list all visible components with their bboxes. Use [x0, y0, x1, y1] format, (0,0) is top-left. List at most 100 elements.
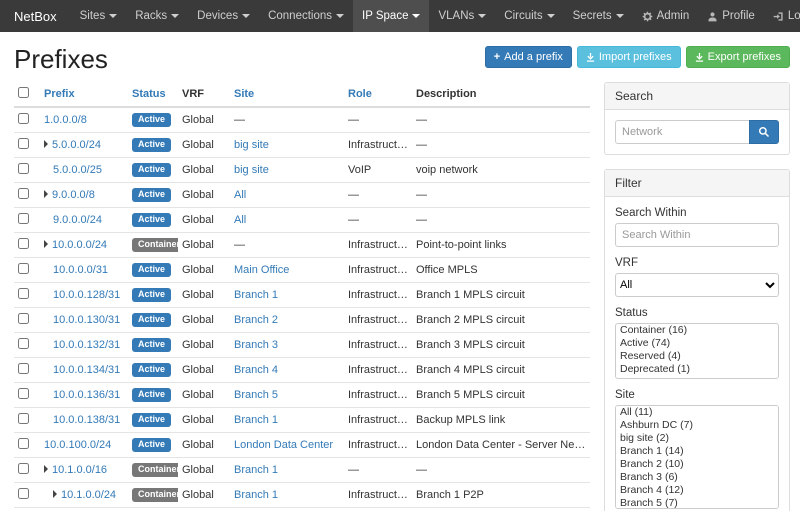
row-checkbox[interactable]	[18, 363, 29, 374]
prefix-link[interactable]: 5.0.0.0/25	[53, 164, 102, 176]
prefix-link[interactable]: 10.0.0.0/24	[52, 239, 107, 251]
prefix-link[interactable]: 10.0.0.138/31	[53, 414, 120, 426]
prefix-cell: 10.1.0.0/24	[40, 483, 128, 508]
table-row: 10.0.100.0/24ActiveGlobalLondon Data Cen…	[14, 433, 590, 458]
nav-item-vlans[interactable]: VLANs	[429, 0, 495, 32]
row-checkbox[interactable]	[18, 263, 29, 274]
search-input[interactable]	[615, 120, 749, 144]
row-checkbox[interactable]	[18, 213, 29, 224]
site-link[interactable]: Branch 5	[234, 389, 278, 401]
site-listbox[interactable]: All (11)Ashburn DC (7)big site (2)Branch…	[615, 405, 779, 509]
prefix-link[interactable]: 10.0.0.0/31	[53, 264, 108, 276]
prefix-link[interactable]: 10.1.0.0/16	[52, 464, 107, 476]
row-checkbox[interactable]	[18, 238, 29, 249]
site-option[interactable]: Branch 5 (7)	[616, 497, 778, 509]
prefix-link[interactable]: 10.0.0.128/31	[53, 289, 120, 301]
status-option[interactable]: Container (16)	[616, 324, 778, 337]
status-label: Status	[615, 307, 779, 319]
site-option[interactable]: big site (2)	[616, 432, 778, 445]
row-checkbox[interactable]	[18, 163, 29, 174]
row-checkbox[interactable]	[18, 188, 29, 199]
add-prefix-button[interactable]: + Add a prefix	[485, 46, 572, 68]
site-link[interactable]: Branch 2	[234, 314, 278, 326]
site-link[interactable]: Branch 4	[234, 364, 278, 376]
site-link[interactable]: Branch 1	[234, 464, 278, 476]
column-header-prefix[interactable]: Prefix	[44, 88, 75, 100]
nav-item-ip-space[interactable]: IP Space	[353, 0, 429, 32]
nav-item-admin[interactable]: Admin	[633, 0, 699, 32]
nav-item-racks[interactable]: Racks	[126, 0, 188, 32]
prefix-link[interactable]: 5.0.0.0/24	[52, 139, 101, 151]
expand-arrow-icon[interactable]	[44, 240, 48, 248]
status-badge: Active	[132, 288, 171, 302]
column-header-status[interactable]: Status	[132, 88, 166, 100]
row-checkbox[interactable]	[18, 438, 29, 449]
site-option[interactable]: Branch 4 (12)	[616, 484, 778, 497]
site-link[interactable]: London Data Center	[234, 439, 333, 451]
status-option[interactable]: Deprecated (1)	[616, 363, 778, 376]
expand-arrow-icon[interactable]	[53, 490, 57, 498]
search-within-input[interactable]	[615, 223, 779, 247]
status-option[interactable]: Reserved (4)	[616, 350, 778, 363]
site-option[interactable]: Branch 3 (6)	[616, 471, 778, 484]
row-checkbox[interactable]	[18, 488, 29, 499]
export-prefixes-button[interactable]: Export prefixes	[686, 46, 790, 68]
row-checkbox[interactable]	[18, 138, 29, 149]
site-option[interactable]: Ashburn DC (7)	[616, 419, 778, 432]
column-header-site[interactable]: Site	[234, 88, 254, 100]
brand[interactable]: NetBox	[0, 0, 71, 32]
site-link[interactable]: big site	[234, 164, 269, 176]
row-checkbox[interactable]	[18, 388, 29, 399]
expand-arrow-icon[interactable]	[44, 140, 48, 148]
nav-item-log-out[interactable]: Log out	[764, 0, 800, 32]
prefix-link[interactable]: 10.0.0.130/31	[53, 314, 120, 326]
prefix-link[interactable]: 1.0.0.0/8	[44, 114, 87, 126]
site-link[interactable]: Branch 3	[234, 339, 278, 351]
site-link[interactable]: Branch 1	[234, 414, 278, 426]
site-option[interactable]: Branch 2 (10)	[616, 458, 778, 471]
row-checkbox[interactable]	[18, 338, 29, 349]
expand-arrow-icon[interactable]	[44, 190, 48, 198]
site-link[interactable]: All	[234, 214, 246, 226]
column-header-role[interactable]: Role	[348, 88, 372, 100]
prefix-link[interactable]: 10.0.0.136/31	[53, 389, 120, 401]
row-checkbox[interactable]	[18, 288, 29, 299]
nav-item-label: Sites	[80, 10, 106, 22]
prefix-link[interactable]: 10.0.100.0/24	[44, 439, 111, 451]
row-checkbox[interactable]	[18, 463, 29, 474]
site-option[interactable]: Branch 1 (14)	[616, 445, 778, 458]
site-option[interactable]: All (11)	[616, 406, 778, 419]
vrf-select[interactable]: All	[615, 273, 779, 297]
site-link[interactable]: Branch 1	[234, 289, 278, 301]
site-cell: Branch 1	[230, 508, 344, 511]
prefix-link[interactable]: 10.1.0.0/24	[61, 489, 116, 501]
role-cell: Infrastructure	[344, 283, 412, 308]
prefix-link[interactable]: 10.0.0.134/31	[53, 364, 120, 376]
site-link[interactable]: Main Office	[234, 264, 289, 276]
nav-item-label: Secrets	[573, 10, 612, 22]
row-checkbox[interactable]	[18, 313, 29, 324]
select-all-checkbox[interactable]	[18, 87, 29, 98]
row-checkbox[interactable]	[18, 413, 29, 424]
expand-arrow-icon[interactable]	[44, 465, 48, 473]
nav-item-sites[interactable]: Sites	[71, 0, 127, 32]
nav-item-label: Circuits	[504, 10, 542, 22]
status-listbox[interactable]: Container (16)Active (74)Reserved (4)Dep…	[615, 323, 779, 379]
status-option[interactable]: Active (74)	[616, 337, 778, 350]
nav-item-secrets[interactable]: Secrets	[564, 0, 633, 32]
table-row: 10.0.0.132/31ActiveGlobalBranch 3Infrast…	[14, 333, 590, 358]
nav-item-connections[interactable]: Connections	[259, 0, 353, 32]
nav-item-devices[interactable]: Devices	[188, 0, 259, 32]
prefix-link[interactable]: 9.0.0.0/8	[52, 189, 95, 201]
site-link[interactable]: Branch 1	[234, 489, 278, 501]
import-prefixes-button[interactable]: Import prefixes	[577, 46, 681, 68]
row-checkbox[interactable]	[18, 113, 29, 124]
nav-item-profile[interactable]: Profile	[698, 0, 764, 32]
site-link[interactable]: big site	[234, 139, 269, 151]
role-cell: Infrastructure	[344, 408, 412, 433]
search-button[interactable]	[749, 120, 779, 144]
prefix-link[interactable]: 9.0.0.0/24	[53, 214, 102, 226]
nav-item-circuits[interactable]: Circuits	[495, 0, 563, 32]
site-link[interactable]: All	[234, 189, 246, 201]
prefix-link[interactable]: 10.0.0.132/31	[53, 339, 120, 351]
